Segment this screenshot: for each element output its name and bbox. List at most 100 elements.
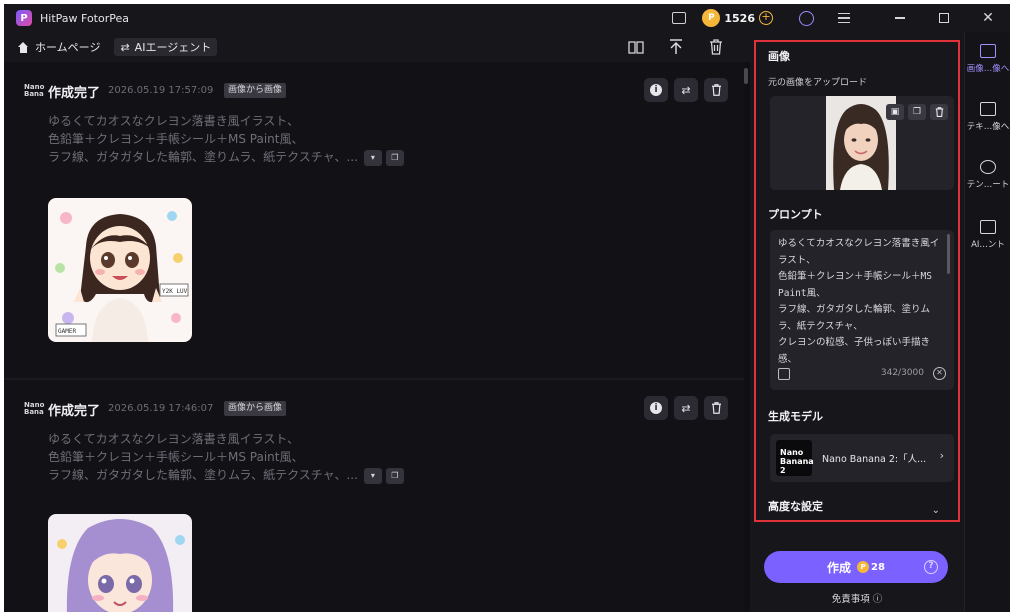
result-card: Nano Bana 作成完了 2026.05.19 17:57:09 画像から画像…	[4, 62, 744, 378]
tool-rail: 画像…像へ テキ…像へ テン…ート AI…ント	[964, 32, 1010, 612]
disclaimer-label: 免責事項	[831, 594, 870, 605]
prompt-line: ラフ線、ガタガタした輪郭、塗りムラ、紙テクスチャ、...	[48, 150, 358, 164]
info-icon: i	[650, 84, 662, 96]
model-logo-icon: Nano Bana	[24, 83, 45, 98]
app-title: HitPaw FotorPea	[40, 11, 129, 25]
image-to-image-icon	[980, 44, 996, 58]
message-icon[interactable]	[672, 12, 687, 24]
delete-image-icon[interactable]	[930, 104, 948, 120]
regenerate-button[interactable]: ⇄	[674, 396, 698, 420]
rail-item-image-to-image[interactable]: 画像…像へ	[965, 44, 1010, 74]
card-mode-tag: 画像から画像	[224, 83, 287, 98]
prompt-text[interactable]: ゆるくてカオスなクレヨン落書き風イラスト、 色鉛筆＋クレヨン＋手帳シール＋MS …	[778, 236, 946, 368]
minimize-button[interactable]	[878, 4, 922, 32]
book-icon[interactable]	[628, 39, 644, 55]
home-link[interactable]: ホームページ	[18, 39, 100, 55]
expand-prompt-button[interactable]: ▾	[363, 467, 382, 484]
template-icon	[980, 160, 996, 174]
ai-agent-icon	[980, 220, 996, 234]
upload-area[interactable]: ▣ ❐	[770, 96, 954, 190]
app-logo: P	[16, 10, 32, 26]
settings-highlight-box: 画像 元の画像をアップロード ▣ ❐ プロンプト ゆるくてカオスなクレヨン落書き…	[754, 40, 960, 522]
result-image[interactable]	[48, 514, 192, 612]
credit-balance[interactable]: P 1526 +	[700, 8, 777, 28]
app-window: P HitPaw FotorPea P 1526 + ✕ ホームページ ⇄ AI…	[4, 4, 1010, 612]
disclaimer-link[interactable]: 免責事項 ⓘ	[750, 591, 964, 605]
scroll-top-icon[interactable]	[668, 39, 684, 55]
model-name: Nano Banana 2:「人...	[822, 454, 927, 465]
prompt-section-title: プロンプト	[768, 208, 823, 221]
generate-cost: 28	[871, 561, 885, 573]
card-prompt: ゆるくてカオスなクレヨン落書き風イラスト、 色鉛筆＋クレヨン＋手帳シール＋MS …	[48, 112, 468, 166]
refresh-icon: ⇄	[681, 83, 691, 97]
duplicate-image-icon[interactable]: ❐	[908, 104, 926, 120]
rail-label: テン…ート	[966, 180, 1010, 190]
regenerate-button[interactable]: ⇄	[674, 78, 698, 102]
card-status: 作成完了	[48, 86, 101, 101]
close-button[interactable]: ✕	[966, 4, 1010, 32]
upload-label: 元の画像をアップロード	[768, 78, 868, 88]
advanced-settings-toggle[interactable]: 高度な設定	[768, 498, 823, 514]
cube-icon[interactable]	[778, 368, 790, 380]
credit-count: 1526	[724, 11, 755, 25]
char-count: 342/3000	[880, 368, 924, 378]
rail-item-text-to-image[interactable]: テキ…像へ	[965, 102, 1010, 132]
svg-text:Y2K LUV: Y2K LUV	[162, 288, 188, 295]
rail-label: テキ…像へ	[966, 122, 1010, 132]
prompt-line: ゆるくてカオスなクレヨン落書き風イラスト、	[48, 114, 300, 128]
replace-image-icon[interactable]: ▣	[886, 104, 904, 120]
maximize-button[interactable]	[922, 4, 966, 32]
feed-scrollbar[interactable]	[744, 68, 748, 84]
chevron-right-icon: ›	[939, 449, 944, 462]
prompt-scrollbar[interactable]	[947, 234, 950, 274]
result-image[interactable]: Y2K LUV GAMER	[48, 198, 192, 342]
prompt-line: ラフ線、ガタガタした輪郭、塗りムラ、紙テクスチャ、...	[48, 468, 358, 482]
prompt-line: 色鉛筆＋クレヨン＋手帳シール＋MS Paint風、	[48, 450, 304, 464]
feed-toolbar: ホームページ ⇄ AIエージェント	[4, 32, 750, 62]
generation-feed[interactable]: Nano Bana 作成完了 2026.05.19 17:57:09 画像から画像…	[4, 62, 750, 612]
generate-button[interactable]: 作成 P 28 ?	[764, 551, 948, 583]
card-mode-tag: 画像から画像	[224, 401, 287, 416]
delete-button[interactable]	[704, 396, 728, 420]
home-label: ホームページ	[35, 41, 101, 54]
prompt-field[interactable]: ゆるくてカオスなクレヨン落書き風イラスト、 色鉛筆＋クレヨン＋手帳シール＋MS …	[770, 230, 954, 390]
result-card: Nano Bana 作成完了 2026.05.19 17:46:07 画像から画像…	[4, 380, 744, 612]
menu-icon[interactable]	[838, 12, 850, 24]
expand-prompt-button[interactable]: ▾	[363, 149, 382, 166]
refresh-icon: ⇄	[681, 401, 691, 415]
info-button[interactable]: i	[644, 78, 668, 102]
home-icon	[18, 41, 29, 53]
trash-icon[interactable]	[708, 39, 724, 55]
prompt-line: 色鉛筆＋クレヨン＋手帳シール＋MS Paint風、	[48, 132, 304, 146]
rail-item-templates[interactable]: テン…ート	[965, 160, 1010, 190]
title-bar: P HitPaw FotorPea P 1526 + ✕	[4, 4, 1010, 32]
model-selector[interactable]: Nano Banana 2 Nano Banana 2:「人... ›	[770, 434, 954, 482]
model-logo: Nano Banana 2	[776, 440, 814, 476]
add-credits-icon[interactable]: +	[759, 11, 773, 25]
rail-item-ai-agent[interactable]: AI…ント	[965, 220, 1010, 250]
card-date: 2026.05.19 17:57:09	[108, 85, 214, 96]
trash-icon	[711, 402, 721, 414]
clear-prompt-icon[interactable]: ✕	[933, 367, 946, 380]
copy-prompt-button[interactable]: ❐	[385, 467, 404, 484]
ai-agent-label: AIエージェント	[134, 41, 212, 54]
delete-button[interactable]	[704, 78, 728, 102]
user-icon[interactable]	[799, 10, 814, 26]
ai-agent-button[interactable]: ⇄ AIエージェント	[114, 38, 218, 56]
text-to-image-icon	[980, 102, 996, 116]
trash-icon	[711, 84, 721, 96]
image-section-title: 画像	[768, 50, 790, 63]
help-icon[interactable]: ?	[924, 560, 938, 574]
coin-icon: P	[702, 9, 721, 27]
card-date: 2026.05.19 17:46:07	[108, 403, 214, 414]
prompt-line: ゆるくてカオスなクレヨン落書き風イラスト、	[48, 432, 300, 446]
generate-label: 作成	[827, 560, 852, 575]
info-icon: i	[650, 402, 662, 414]
info-button[interactable]: i	[644, 396, 668, 420]
rail-label: AI…ント	[971, 240, 1005, 250]
model-logo-icon: Nano Bana	[24, 401, 45, 416]
chevron-down-icon[interactable]: ⌄	[932, 505, 940, 516]
rail-label: 画像…像へ	[966, 64, 1010, 74]
coin-icon: P	[857, 561, 870, 573]
copy-prompt-button[interactable]: ❐	[385, 149, 404, 166]
